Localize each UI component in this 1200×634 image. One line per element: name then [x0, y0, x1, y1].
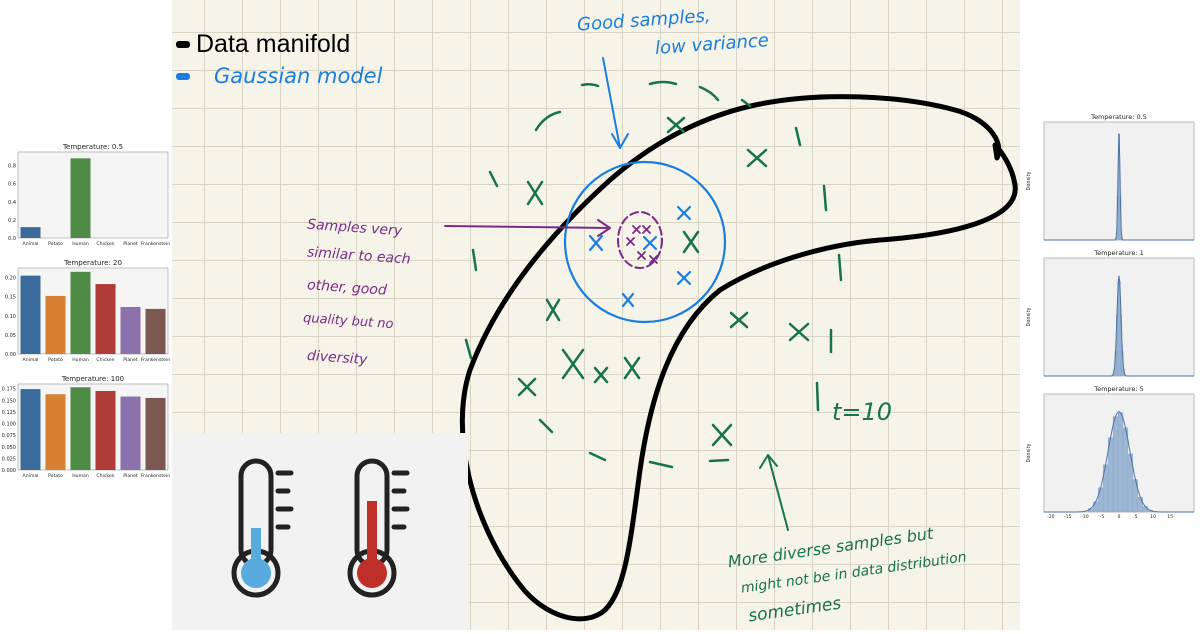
bar-chart-2: Temperature: 100 0.000 0.025 0.050 0.075 0.10…	[0, 372, 172, 488]
bar-chart-0: Temperature: 0.5 0.0 0.2 0.4 0.6 0.8 Animal Pot…	[0, 140, 172, 256]
xtick-label: Planet	[123, 241, 138, 247]
xtick-label: 5	[1135, 514, 1138, 518]
ytick-label: 0.100	[2, 422, 16, 428]
histogram-bar	[1142, 506, 1148, 513]
histogram-bar	[1093, 501, 1099, 513]
y-axis-label: Density	[1026, 171, 1032, 190]
xtick-label: 0	[1118, 514, 1121, 518]
gaussian-circle	[563, 160, 727, 324]
bar	[20, 389, 41, 470]
histogram-bar	[1117, 412, 1124, 513]
density-chart-1: Temperature: 1 Density	[1020, 246, 1200, 382]
ytick-label: 0.150	[2, 398, 16, 404]
bar	[20, 275, 41, 354]
arrow-to-outer-samples	[759, 454, 789, 531]
xtick-label: Potato	[48, 241, 63, 247]
bar	[20, 227, 41, 238]
histogram-bar	[1122, 427, 1129, 513]
ytick-label: 0.00	[5, 352, 16, 358]
xtick-label: Planet	[123, 473, 138, 479]
xtick-label: -15	[1064, 514, 1072, 518]
bar	[70, 158, 91, 238]
bar	[70, 387, 91, 470]
thermometer-panel	[172, 433, 468, 630]
histogram-bar	[1137, 496, 1143, 513]
xtick-label: -10	[1081, 514, 1089, 518]
density-chart-2: Temperature: 5 Density -20 -15 -10 -5 0 5 10 15	[1020, 382, 1200, 518]
chart-title: Temperature: 0.5	[1090, 113, 1147, 121]
histogram-bar	[1132, 479, 1138, 513]
bar	[120, 396, 141, 470]
ytick-label: 0.05	[5, 333, 16, 339]
ytick-label: 0.0	[8, 236, 16, 242]
arrow-to-circle	[602, 57, 629, 149]
xtick-label: Animal	[23, 241, 39, 247]
bar	[120, 306, 141, 354]
chart-title: Temperature: 1	[1093, 249, 1144, 257]
chart-title: Temperature: 0.5	[62, 143, 123, 151]
ytick-label: 0.000	[2, 468, 16, 474]
thermometers	[231, 458, 410, 598]
thermometer-hot-icon	[347, 458, 410, 598]
ytick-label: 0.2	[8, 218, 16, 224]
histogram-bar	[1112, 416, 1119, 513]
bar	[45, 394, 66, 470]
ytick-label: 0.4	[8, 200, 16, 206]
bar-charts-panel: Temperature: 0.5 0.0 0.2 0.4 0.6 0.8 Animal Pot…	[0, 140, 172, 488]
plot-area	[17, 151, 169, 239]
histogram-bar	[1098, 487, 1104, 513]
xtick-label: Chicken	[96, 473, 114, 479]
ytick-label: 0.6	[8, 182, 16, 188]
ytick-label: 0.050	[2, 445, 16, 451]
ytick-label: 0.125	[2, 410, 16, 416]
xtick-label: Planet	[123, 357, 138, 363]
thermometer-cold-icon	[231, 458, 294, 598]
ytick-label: 0.8	[8, 164, 16, 170]
ytick-label: 0.15	[5, 295, 16, 301]
bar	[145, 308, 166, 354]
ytick-label: 0.20	[5, 276, 16, 282]
xtick-label: Potato	[48, 473, 63, 479]
xtick-label: Human	[72, 357, 89, 363]
bar	[95, 284, 116, 354]
y-axis-label: Density	[1026, 307, 1032, 326]
xtick-label: 15	[1167, 514, 1173, 518]
xtick-label: Potato	[48, 357, 63, 363]
chart-title: Temperature: 5	[1093, 385, 1144, 393]
arrow-to-cluster	[444, 219, 611, 237]
xtick-label: 10	[1150, 514, 1156, 518]
density-chart-0: Temperature: 0.5 Density	[1020, 110, 1200, 246]
chart-title: Temperature: 20	[63, 259, 122, 267]
xtick-label: Chicken	[96, 241, 114, 247]
bar-chart-1: Temperature: 20 0.00 0.05 0.10 0.15 0.20 Anima…	[0, 256, 172, 372]
y-axis-label: Density	[1026, 443, 1032, 462]
purple-sample-cluster	[617, 211, 663, 269]
data-manifold-outline	[459, 94, 1018, 622]
xtick-label: Frankenstein	[141, 241, 170, 247]
xtick-label: -5	[1100, 514, 1105, 518]
xtick-label: Animal	[23, 357, 39, 363]
ytick-label: 0.075	[2, 433, 16, 439]
xtick-label: Animal	[23, 473, 39, 479]
green-samples	[517, 116, 810, 447]
bar	[95, 390, 116, 470]
density-charts-panel: Temperature: 0.5 Density Temperature: 1 Den…	[1020, 110, 1200, 518]
xtick-label: Frankenstein	[141, 357, 170, 363]
ytick-label: 0.10	[5, 314, 16, 320]
chart-title: Temperature: 100	[61, 375, 124, 383]
ytick-label: 0.175	[2, 387, 16, 393]
bar	[145, 397, 166, 470]
xtick-label: Frankenstein	[141, 473, 170, 479]
bar	[70, 271, 91, 354]
bar	[45, 295, 66, 354]
xtick-label: Chicken	[96, 357, 114, 363]
xtick-label: -20	[1047, 514, 1055, 518]
xtick-label: Human	[72, 473, 89, 479]
xtick-label: Human	[72, 241, 89, 247]
ytick-label: 0.025	[2, 456, 16, 462]
